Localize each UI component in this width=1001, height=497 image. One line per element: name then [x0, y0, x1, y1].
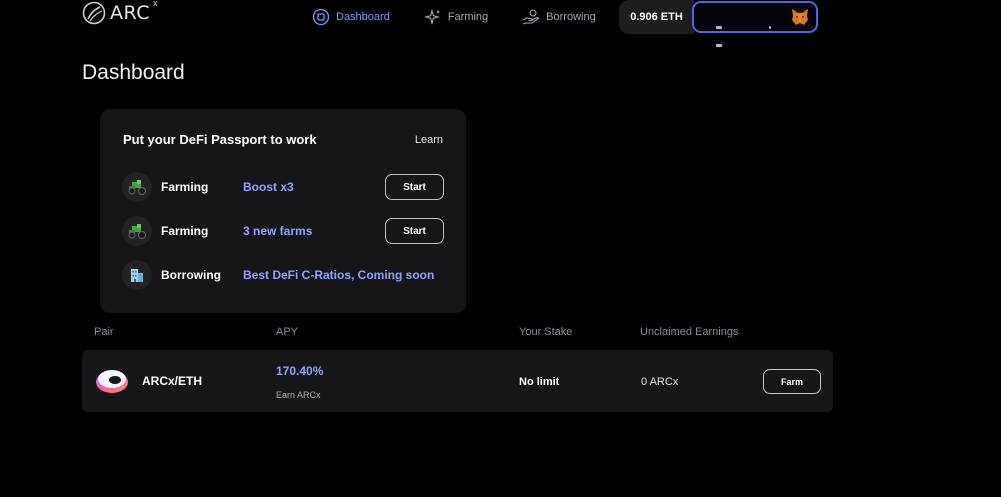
dashboard-icon — [312, 8, 330, 26]
learn-link[interactable]: Learn — [415, 134, 443, 146]
page-title: Dashboard — [82, 61, 185, 84]
start-button[interactable]: Start — [385, 218, 444, 244]
passport-row-farming-boost: Farming Boost x3 Start — [122, 172, 444, 202]
defi-passport-card: Put your DeFi Passport to work Learn Far… — [100, 109, 466, 313]
nav-borrowing-label: Borrowing — [546, 11, 596, 23]
logo-superscript: x — [153, 0, 158, 8]
col-header-apy: APY — [276, 326, 299, 338]
passport-row-label: Farming — [161, 180, 209, 194]
apy-value: 170.40% — [276, 364, 324, 378]
passport-row-desc: Best DeFi C-Ratios, Coming soon — [243, 268, 435, 282]
nav-farming-label: Farming — [447, 11, 489, 23]
start-button[interactable]: Start — [385, 174, 444, 200]
passport-row-desc: 3 new farms — [243, 224, 313, 238]
metamask-fox-icon — [792, 9, 808, 25]
nav-farming[interactable]: Farming — [423, 8, 489, 26]
nav-dashboard-label: Dashboard — [336, 11, 390, 23]
col-header-your-stake: Your Stake — [519, 326, 573, 338]
borrowing-hand-icon — [522, 9, 540, 25]
passport-card-title: Put your DeFi Passport to work — [123, 132, 317, 147]
arc-logo-icon — [82, 1, 106, 25]
sparkle-icon — [423, 8, 440, 26]
bank-building-icon — [122, 260, 152, 290]
stake-value: No limit — [519, 376, 560, 388]
pair-name: ARCx/ETH — [142, 374, 203, 388]
nav-borrowing[interactable]: Borrowing — [522, 8, 596, 26]
passport-row-farming-new: Farming 3 new farms Start — [122, 216, 444, 246]
wallet-address-redacted — [716, 16, 776, 47]
tractor-icon — [122, 172, 152, 202]
tractor-icon — [122, 216, 152, 246]
app-logo[interactable]: ARC x — [82, 0, 159, 26]
passport-row-label: Borrowing — [161, 268, 221, 282]
col-header-unclaimed-earnings: Unclaimed Earnings — [640, 326, 739, 338]
apy-subtext: Earn ARCx — [276, 390, 321, 400]
passport-row-label: Farming — [161, 224, 209, 238]
wallet-button[interactable] — [692, 1, 818, 47]
table-row: ARCx/ETH 170.40% Earn ARCx No limit 0 AR… — [82, 350, 833, 412]
passport-row-borrowing: Borrowing Best DeFi C-Ratios, Coming soo… — [122, 260, 444, 290]
logo-text: ARC — [110, 2, 151, 24]
col-header-pair: Pair — [94, 326, 114, 338]
passport-row-desc: Boost x3 — [243, 180, 294, 194]
farm-button[interactable]: Farm — [763, 369, 821, 394]
earnings-value: 0 ARCx — [641, 376, 679, 388]
main-nav: Dashboard Farming Borrowing — [312, 0, 630, 34]
arcx-eth-icon — [96, 370, 128, 393]
eth-balance: 0.906 ETH — [619, 0, 694, 34]
nav-dashboard[interactable]: Dashboard — [312, 8, 390, 26]
